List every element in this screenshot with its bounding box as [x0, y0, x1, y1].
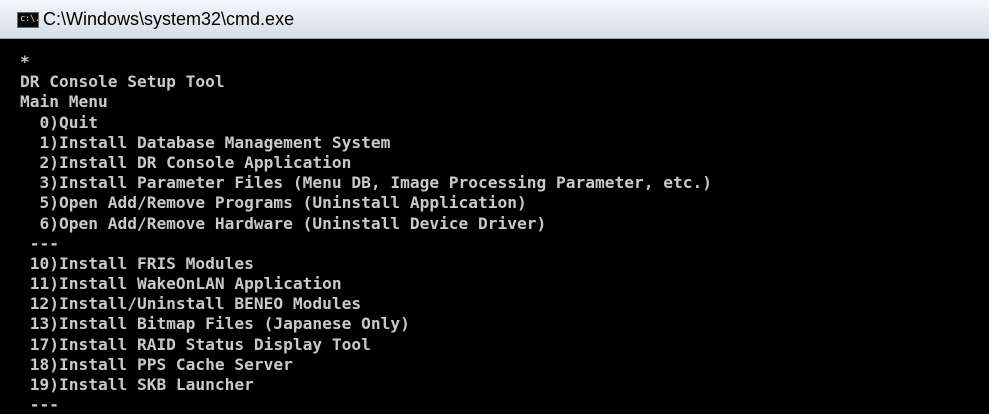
menu-separator: --- [20, 395, 59, 414]
menu-item-add-remove-programs: 5)Open Add/Remove Programs (Uninstall Ap… [20, 193, 527, 213]
console-icon[interactable]: c:\. [17, 12, 40, 28]
menu-item-beneo-modules: 12)Install/Uninstall BENEO Modules [20, 294, 362, 314]
console-text-block: * DR Console Setup Tool Main Menu 0)Quit 1… [20, 52, 712, 414]
console-icon-glyph: c:\. [20, 14, 40, 24]
menu-item-install-dbms: 1)Install Database Management System [20, 132, 391, 152]
cmd-window: c:\. C:\Windows\system32\cmd.exe * DR Con… [0, 0, 989, 414]
menu-item-raid-status-tool: 17)Install RAID Status Display Tool [20, 334, 371, 354]
menu-item-quit: 0)Quit [20, 112, 98, 132]
menu-item-install-dr-console: 2)Install DR Console Application [20, 152, 352, 172]
title-bar[interactable]: c:\. C:\Windows\system32\cmd.exe [0, 0, 989, 39]
menu-item-install-wakeonlan: 11)Install WakeOnLAN Application [20, 274, 342, 294]
console-line: * [20, 52, 30, 71]
menu-item-install-fris: 10)Install FRIS Modules [20, 253, 254, 273]
menu-item-add-remove-hardware: 6)Open Add/Remove Hardware (Uninstall De… [20, 213, 547, 233]
menu-item-skb-launcher: 19)Install SKB Launcher [20, 375, 254, 394]
console-line-menu-title: Main Menu [20, 92, 108, 112]
console-line-app-name: DR Console Setup Tool [20, 72, 225, 92]
menu-item-install-parameter-files: 3)Install Parameter Files (Menu DB, Imag… [20, 173, 712, 193]
window-title: C:\Windows\system32\cmd.exe [43, 9, 295, 29]
menu-item-pps-cache-server: 18)Install PPS Cache Server [20, 354, 293, 374]
menu-separator: --- [20, 233, 59, 253]
menu-item-bitmap-files: 13)Install Bitmap Files (Japanese Only) [20, 314, 410, 334]
console-output[interactable]: * DR Console Setup Tool Main Menu 0)Quit 1… [0, 40, 989, 414]
